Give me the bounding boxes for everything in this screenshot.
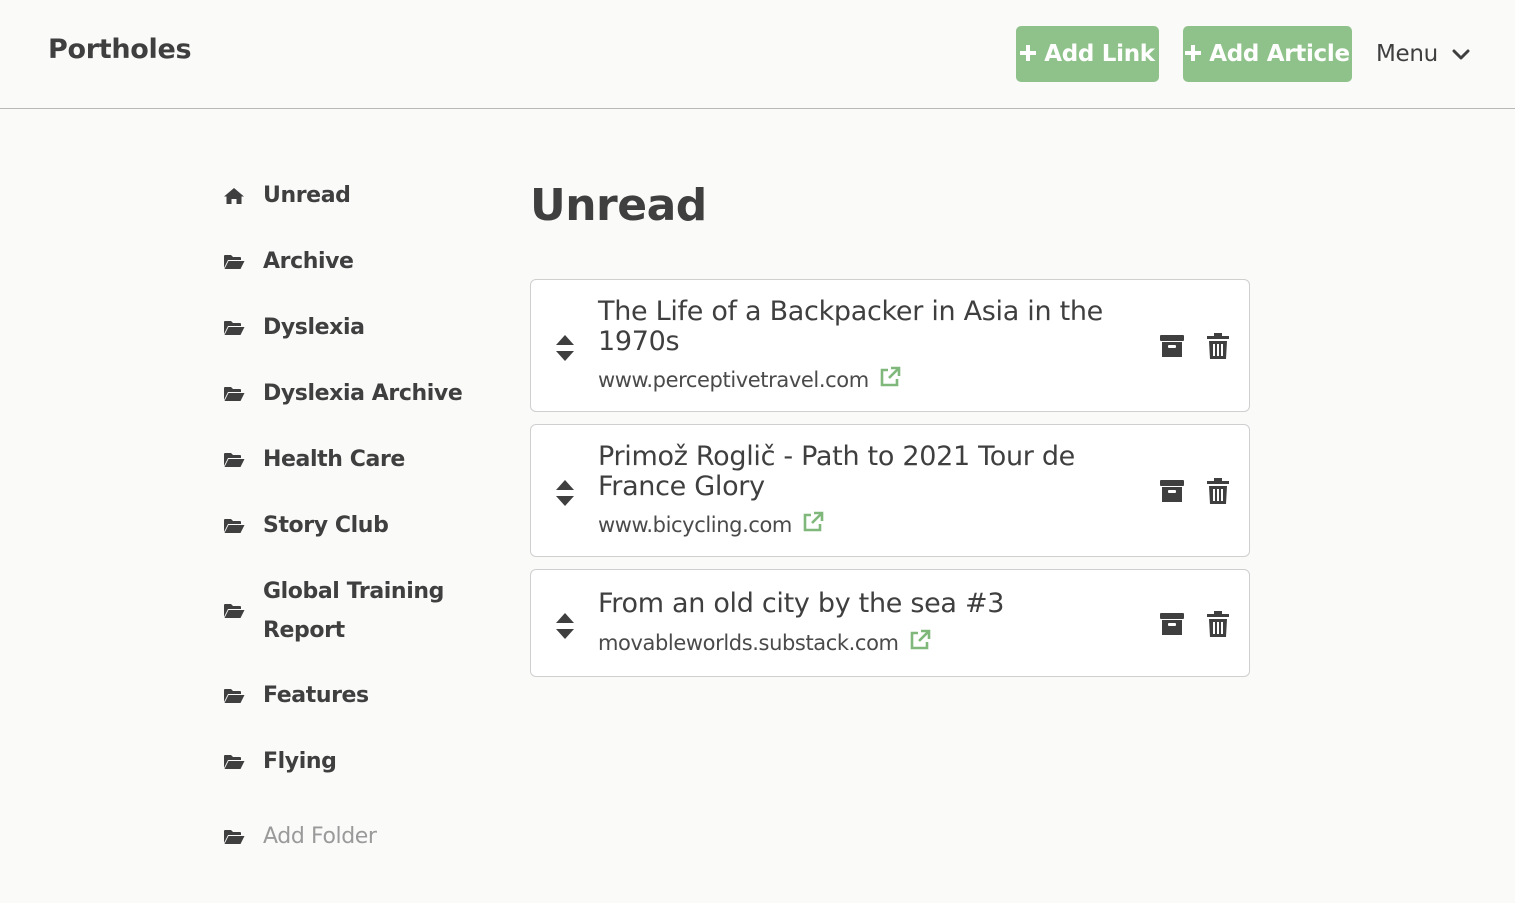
folder-open-icon <box>222 827 246 847</box>
sidebar-item-label: Archive <box>263 249 354 274</box>
sidebar-item-label: Dyslexia <box>263 315 365 340</box>
sidebar-item-dyslexia[interactable]: Dyslexia <box>222 308 482 347</box>
article-title[interactable]: Primož Roglič - Path to 2021 Tour de Fra… <box>598 442 1133 502</box>
folder-open-icon <box>222 252 246 272</box>
trash-icon[interactable] <box>1205 610 1231 638</box>
sidebar-item-story-club[interactable]: Story Club <box>222 506 482 545</box>
sidebar-item-flying[interactable]: Flying <box>222 742 482 781</box>
add-folder-button[interactable]: Add Folder <box>222 817 482 856</box>
external-link-icon[interactable] <box>802 511 824 538</box>
folder-open-icon <box>222 450 246 470</box>
sidebar-item-archive[interactable]: Archive <box>222 242 482 281</box>
folder-open-icon <box>222 752 246 772</box>
article-card: From an old city by the sea #3 movablewo… <box>530 569 1250 677</box>
external-link-icon[interactable] <box>909 629 931 656</box>
drag-handle-icon[interactable] <box>553 477 577 509</box>
sidebar-item-health-care[interactable]: Health Care <box>222 440 482 479</box>
brand-logo[interactable]: Portholes <box>48 34 192 65</box>
article-source: www.bicycling.com <box>598 511 824 538</box>
sidebar-item-label: Global Training Report <box>263 579 444 643</box>
sidebar-item-label: Story Club <box>263 513 389 538</box>
drag-handle-icon[interactable] <box>553 332 577 364</box>
add-article-label: Add Article <box>1209 41 1350 67</box>
plus-icon <box>1020 40 1037 66</box>
article-source: movableworlds.substack.com <box>598 629 931 656</box>
article-title[interactable]: From an old city by the sea #3 <box>598 589 1133 619</box>
article-card: Primož Roglič - Path to 2021 Tour de Fra… <box>530 424 1250 557</box>
add-link-button[interactable]: Add Link <box>1016 26 1159 82</box>
sidebar-item-label: Unread <box>263 183 351 208</box>
article-card: The Life of a Backpacker in Asia in the … <box>530 279 1250 412</box>
sidebar-item-label: Dyslexia Archive <box>263 381 463 406</box>
sidebar-item-label: Flying <box>263 749 337 774</box>
add-article-button[interactable]: Add Article <box>1183 26 1352 82</box>
archive-icon[interactable] <box>1159 332 1185 360</box>
sidebar-item-unread[interactable]: Unread <box>222 176 482 215</box>
folder-open-icon <box>222 686 246 706</box>
plus-icon <box>1185 40 1202 66</box>
menu-label: Menu <box>1376 41 1438 67</box>
sidebar-item-global-training-report[interactable]: Global Training Report <box>222 572 482 650</box>
page-title: Unread <box>530 180 707 231</box>
home-icon <box>222 186 246 206</box>
add-link-label: Add Link <box>1044 41 1155 67</box>
external-link-icon[interactable] <box>879 366 901 393</box>
menu-dropdown[interactable]: Menu <box>1376 38 1470 70</box>
article-link[interactable]: www.perceptivetravel.com <box>598 368 869 392</box>
sidebar-item-label: Health Care <box>263 447 405 472</box>
top-header: Portholes Add Link Add Article Menu <box>0 0 1515 109</box>
article-link[interactable]: www.bicycling.com <box>598 513 792 537</box>
chevron-down-icon <box>1452 41 1470 67</box>
sidebar-item-features[interactable]: Features <box>222 676 482 715</box>
folder-open-icon <box>222 601 246 621</box>
folder-open-icon <box>222 318 246 338</box>
drag-handle-icon[interactable] <box>553 610 577 642</box>
archive-icon[interactable] <box>1159 477 1185 505</box>
sidebar-item-label: Features <box>263 683 369 708</box>
archive-icon[interactable] <box>1159 610 1185 638</box>
article-link[interactable]: movableworlds.substack.com <box>598 631 899 655</box>
article-title[interactable]: The Life of a Backpacker in Asia in the … <box>598 297 1133 357</box>
folder-open-icon <box>222 384 246 404</box>
add-folder-label: Add Folder <box>263 824 377 849</box>
article-source: www.perceptivetravel.com <box>598 366 901 393</box>
folder-open-icon <box>222 516 246 536</box>
trash-icon[interactable] <box>1205 477 1231 505</box>
trash-icon[interactable] <box>1205 332 1231 360</box>
sidebar-item-dyslexia-archive[interactable]: Dyslexia Archive <box>222 374 482 413</box>
